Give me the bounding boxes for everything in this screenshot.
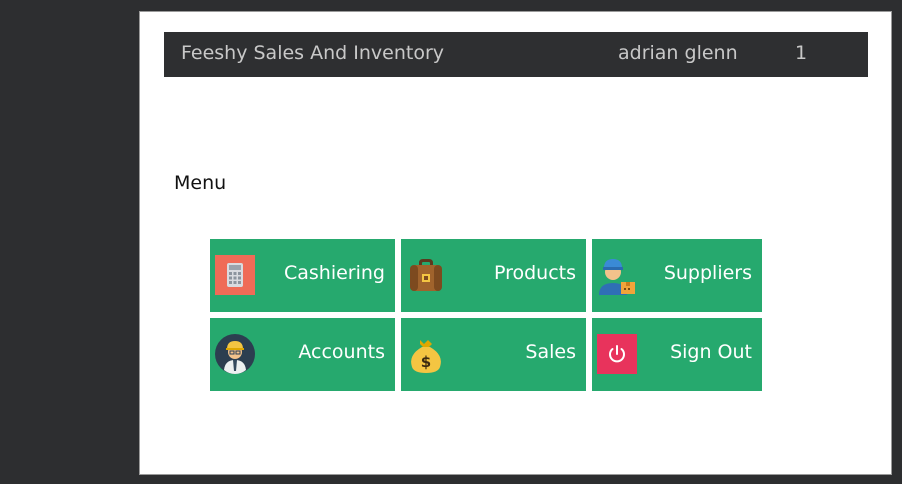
- suppliers-label: Suppliers: [663, 262, 752, 284]
- user-name: adrian glenn: [618, 42, 738, 64]
- sign-out-button[interactable]: Sign Out: [592, 318, 762, 391]
- svg-text:$: $: [421, 353, 431, 371]
- cashiering-button[interactable]: Cashiering: [210, 239, 395, 312]
- sales-label: Sales: [525, 341, 576, 363]
- calculator-icon: [215, 255, 255, 295]
- accounts-label: Accounts: [298, 341, 385, 363]
- delivery-worker-icon: [599, 259, 635, 295]
- accounts-button[interactable]: Accounts: [210, 318, 395, 391]
- suppliers-button[interactable]: Suppliers: [592, 239, 762, 312]
- money-bag-icon: $: [411, 340, 441, 373]
- sign-out-label: Sign Out: [670, 341, 752, 363]
- user-count: 1: [795, 42, 808, 64]
- cashiering-label: Cashiering: [283, 262, 385, 284]
- menu-title: Menu: [174, 172, 227, 194]
- products-button[interactable]: Products: [401, 239, 586, 312]
- briefcase-icon: [410, 259, 442, 291]
- app-window: Feeshy Sales And Inventory adrian glenn …: [139, 11, 892, 475]
- app-title: Feeshy Sales And Inventory: [181, 42, 444, 64]
- header-bar: Feeshy Sales And Inventory adrian glenn …: [164, 32, 868, 77]
- sales-button[interactable]: $ Sales: [401, 318, 586, 391]
- power-icon: [597, 334, 637, 374]
- products-label: Products: [493, 262, 576, 284]
- user-account-icon: [215, 334, 255, 374]
